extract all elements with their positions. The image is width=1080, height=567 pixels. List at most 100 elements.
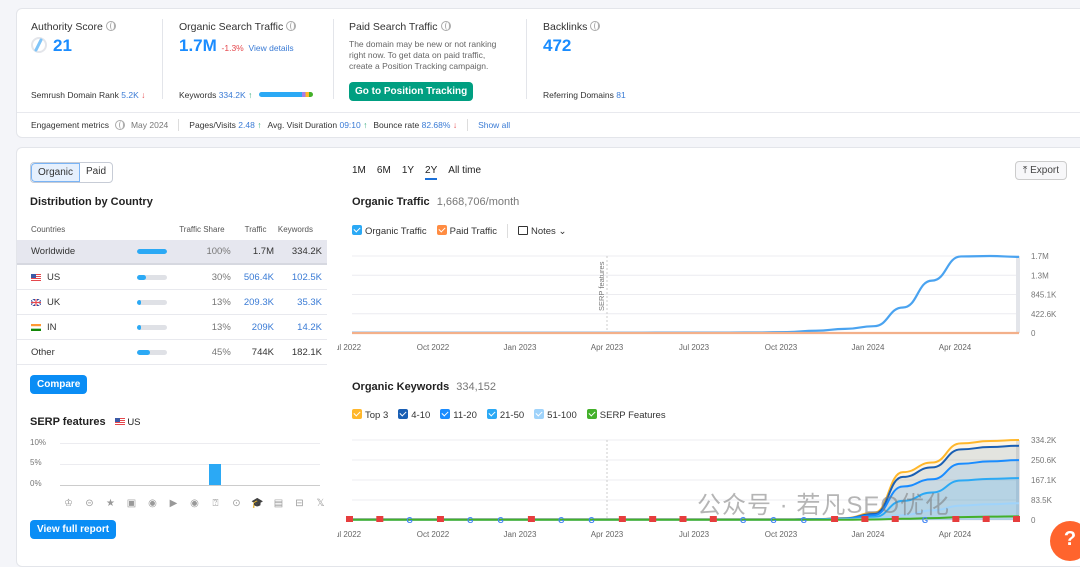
google-update-icon[interactable]: G: [467, 516, 473, 525]
show-all-link[interactable]: Show all: [478, 120, 510, 130]
serp-feature-icon[interactable]: ⊝: [83, 497, 96, 510]
pages-visits-value: 2.48: [238, 120, 255, 130]
overview-card: Authority Score 21 Semrush Domain Rank 5…: [16, 8, 1080, 138]
tab-paid[interactable]: Paid: [80, 163, 112, 182]
serp-feature-icon[interactable]: ★: [104, 497, 117, 510]
info-icon[interactable]: [114, 120, 125, 130]
period-all-time[interactable]: All time: [448, 165, 481, 180]
x-tick-label: Jan 2023: [504, 530, 537, 539]
serp-feature-icon[interactable]: ◉: [146, 497, 159, 510]
bounce-rate-trend: ↓: [452, 120, 458, 130]
serp-feature-icon[interactable]: ⊟: [293, 497, 306, 510]
flag-marker-icon[interactable]: [679, 516, 687, 522]
serp-feature-icon[interactable]: 𝕏: [314, 497, 327, 510]
info-icon[interactable]: [286, 21, 297, 31]
domain-rank-value[interactable]: 5.2K: [121, 90, 139, 100]
traffic-value: 1.7M: [252, 246, 274, 257]
traffic-share: 13%: [211, 296, 231, 308]
table-row[interactable]: US 30% 506.4K 102.5K: [17, 265, 327, 290]
serp-feature-icon[interactable]: ▣: [125, 497, 138, 510]
keywords-value[interactable]: 14.2K: [274, 322, 322, 333]
organic-traffic-change: -1.3%: [221, 43, 244, 53]
google-update-icon[interactable]: G: [558, 516, 564, 525]
backlinks-value[interactable]: 472: [543, 36, 571, 56]
serp-feature-icon[interactable]: ▶: [167, 497, 180, 510]
organic-traffic-value[interactable]: 1.7M: [179, 36, 217, 55]
legend-paid-traffic[interactable]: Paid Traffic: [436, 225, 497, 237]
period-1y[interactable]: 1Y: [402, 165, 414, 180]
legend-11-20[interactable]: 11-20: [440, 409, 477, 421]
export-button[interactable]: ⤒ Export: [1014, 161, 1067, 180]
organic-traffic-title: Organic Search Traffic: [179, 21, 284, 33]
flag-marker-icon[interactable]: [436, 516, 444, 522]
flag-marker-icon[interactable]: [649, 516, 657, 522]
x-tick-label: Oct 2022: [417, 343, 450, 352]
period-6m[interactable]: 6M: [377, 165, 391, 180]
pages-visits-label: Pages/Visits: [189, 120, 236, 130]
serp-feature-icon[interactable]: ⊙: [230, 497, 243, 510]
legend-21-50[interactable]: 21-50: [486, 409, 524, 421]
organic-traffic-chart-title: Organic Traffic: [352, 196, 430, 208]
view-full-report-button[interactable]: View full report: [30, 520, 117, 539]
keywords-value[interactable]: 35.3K: [274, 297, 322, 308]
serp-bar[interactable]: [209, 464, 221, 485]
traffic-value[interactable]: 506.4K: [231, 272, 274, 283]
keywords-distribution-bar: [258, 92, 313, 97]
flag-marker-icon[interactable]: [952, 516, 960, 522]
x-tick-label: Apr 2024: [939, 343, 972, 352]
flag-marker-icon[interactable]: [527, 516, 535, 522]
traffic-value[interactable]: 209.3K: [231, 297, 274, 308]
table-row[interactable]: IN 13% 209K 14.2K: [17, 315, 327, 340]
traffic-value[interactable]: 209K: [231, 322, 274, 333]
google-update-icon[interactable]: G: [407, 516, 413, 525]
google-update-icon[interactable]: G: [497, 516, 503, 525]
info-icon[interactable]: [105, 21, 116, 31]
traffic-share: 13%: [211, 321, 231, 333]
flag-marker-icon[interactable]: [376, 516, 384, 522]
legend-organic-traffic[interactable]: Organic Traffic: [352, 225, 427, 237]
checkbox-icon: [352, 409, 362, 419]
info-icon[interactable]: [440, 21, 451, 31]
scroll-handle[interactable]: [1016, 256, 1020, 333]
uk-flag-icon: [31, 298, 41, 306]
notes-dropdown[interactable]: Notes ⌄: [517, 225, 566, 237]
serp-feature-icon[interactable]: ♔: [62, 497, 75, 510]
serp-feature-icon[interactable]: ◉: [188, 497, 201, 510]
tab-organic[interactable]: Organic: [31, 163, 81, 182]
pages-visits-trend: ↑: [257, 120, 262, 130]
period-1m[interactable]: 1M: [352, 165, 366, 180]
legend-top-3[interactable]: Top 3: [352, 409, 388, 421]
flag-marker-icon[interactable]: [1013, 516, 1020, 522]
serp-feature-icon[interactable]: ⍰: [209, 497, 222, 510]
keywords-value[interactable]: 334.2K: [219, 90, 246, 100]
referring-domains-value[interactable]: 81: [616, 90, 625, 100]
country-name[interactable]: US: [47, 272, 60, 283]
table-row[interactable]: UK 13% 209.3K 35.3K: [17, 290, 327, 315]
keywords-value[interactable]: 102.5K: [274, 272, 322, 283]
table-row[interactable]: Worldwide 100% 1.7M 334.2K: [17, 240, 327, 265]
go-to-position-tracking-button[interactable]: Go to Position Tracking: [349, 82, 474, 101]
x-tick-label: Jan 2024: [852, 530, 885, 539]
organic-traffic-monthly: 1,668,706/month: [436, 196, 520, 208]
google-update-icon[interactable]: G: [588, 516, 594, 525]
traffic-share-bar: [136, 349, 167, 355]
comment-icon: [517, 225, 528, 235]
serp-feature-icon[interactable]: 🎓: [251, 497, 264, 510]
country-name[interactable]: UK: [47, 297, 60, 308]
divider: [162, 19, 163, 99]
legend-serp-features[interactable]: SERP Features: [586, 409, 666, 421]
period-2y[interactable]: 2Y: [425, 165, 438, 180]
compare-button[interactable]: Compare: [30, 375, 88, 394]
country-name[interactable]: IN: [47, 322, 57, 333]
serp-feature-icon[interactable]: ▤: [272, 497, 285, 510]
legend-51-100[interactable]: 51-100: [534, 409, 577, 421]
info-icon[interactable]: [590, 21, 601, 31]
flag-marker-icon[interactable]: [346, 516, 353, 522]
keywords-trend: ↑: [248, 90, 253, 100]
flag-marker-icon[interactable]: [982, 516, 990, 522]
table-row[interactable]: Other 45% 744K 182.1K: [17, 340, 327, 365]
view-details-link[interactable]: View details: [248, 43, 293, 53]
legend-4-10[interactable]: 4-10: [398, 409, 430, 421]
flag-marker-icon[interactable]: [618, 516, 626, 522]
watermark: 公众号 · 若凡SEO优化: [697, 492, 951, 519]
